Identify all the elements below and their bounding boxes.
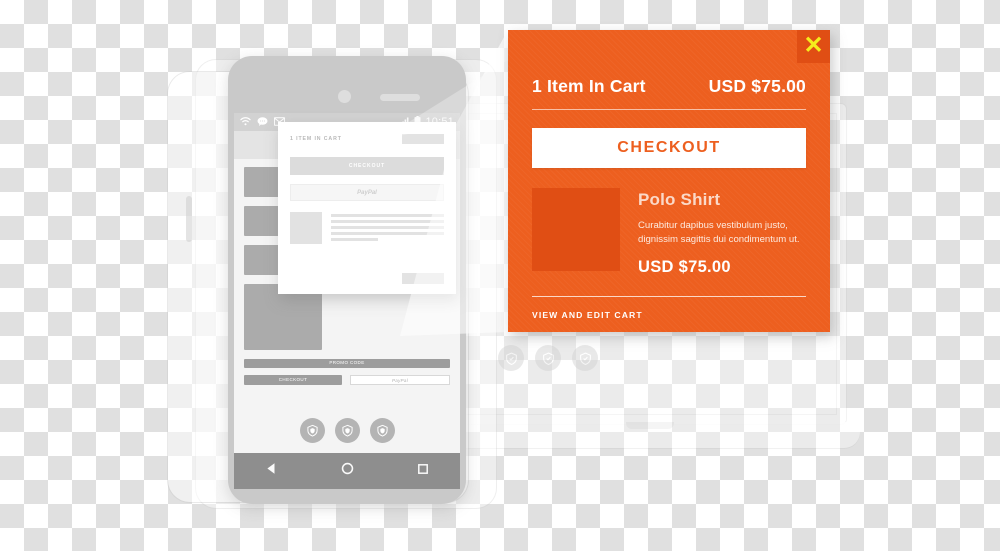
chat-bubble-icon [257,113,268,131]
cart-total-amount: USD $75.00 [708,76,806,96]
mini-cart-header: 1 Item In Cart USD $75.00 [532,30,806,97]
phone-camera-icon [338,90,351,103]
phone-checkout-button[interactable]: CHECKOUT [244,375,342,385]
cart-card-paypal-button[interactable]: PayPal [290,184,444,201]
ghost-laptop-base [440,422,860,448]
ghost-trust-badge-row [498,345,598,371]
cart-card-header: 1 ITEM IN CART [290,134,444,144]
header-divider [532,109,806,110]
cart-line-item: Polo Shirt Curabitur dapibus vestibulum … [532,188,806,277]
ghost-tablet-side-button [186,196,192,242]
back-triangle-icon[interactable] [264,461,279,481]
cart-card-footer-placeholder [402,273,444,284]
cart-card-title: 1 ITEM IN CART [290,136,342,142]
cart-card-text-lines [331,212,444,244]
cart-card-thumbnail [290,212,322,244]
placeholder-line [331,226,444,229]
shield-badge-icon [498,345,524,371]
shield-badge-icon [535,345,561,371]
cart-card-checkout-label: CHECKOUT [348,163,386,169]
placeholder-line [331,232,444,235]
shield-badge-icon [369,418,395,443]
cart-card-paypal-label: PayPal [357,189,377,196]
phone-trust-badge-row [234,418,460,443]
checkout-button[interactable]: CHECKOUT [532,128,806,168]
product-price: USD $75.00 [638,258,731,277]
footer-divider [532,296,806,298]
placeholder-line [331,238,379,241]
zoom-callout-cone [380,30,508,336]
mini-cart-panel: ✕ 1 Item In Cart USD $75.00 CHECKOUT Pol… [508,30,830,332]
recents-square-icon[interactable] [416,462,430,481]
close-icon[interactable]: ✕ [797,30,830,63]
phone-earpiece [380,94,420,101]
view-and-edit-cart-link[interactable]: VIEW AND EDIT CART [532,310,643,320]
product-name[interactable]: Polo Shirt [638,190,806,210]
cart-card-checkout-button[interactable]: CHECKOUT [290,157,444,175]
cart-card-total-placeholder [402,134,444,144]
product-details: Polo Shirt Curabitur dapibus vestibulum … [638,188,806,277]
cart-card-line-item [290,212,444,244]
shield-badge-icon [572,345,598,371]
wifi-icon [240,113,251,131]
screenshot-canvas: 10:51 PROMO CODE CHECKOUT Pay [0,0,1000,551]
promo-code-field[interactable]: PROMO CODE [244,359,450,368]
placeholder-line [331,214,444,217]
ghost-laptop-notch [626,422,674,429]
product-thumbnail-image[interactable] [532,188,620,271]
phone-paypal-button[interactable]: PayPal [350,375,450,385]
android-nav-bar [234,453,460,489]
cart-item-count-label: 1 Item In Cart [532,76,646,96]
phone-cart-card: 1 ITEM IN CART CHECKOUT PayPal [278,122,456,294]
close-x-glyph: ✕ [803,31,824,59]
shield-badge-icon [299,418,325,443]
shield-badge-icon [334,418,360,443]
home-circle-icon[interactable] [340,461,355,481]
placeholder-line [331,220,444,223]
product-description: Curabitur dapibus vestibulum justo, dign… [638,220,800,245]
checkout-button-label: CHECKOUT [617,139,721,156]
